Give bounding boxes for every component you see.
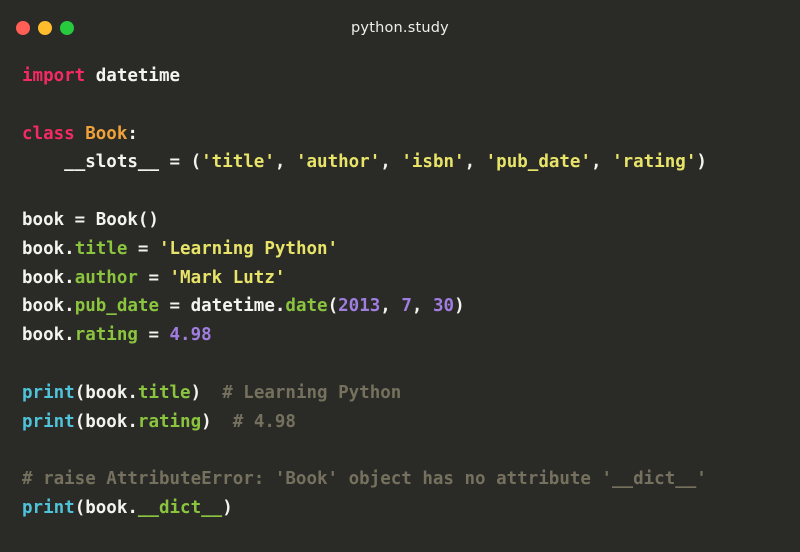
token-string-title: 'title' [201, 152, 275, 173]
code-line-6: book = Book() [22, 206, 800, 235]
token-string-rating: 'rating' [612, 152, 697, 173]
token-equals: = [127, 238, 159, 259]
token-paren-close: ) [222, 497, 233, 518]
token-attribute-pub-date: pub_date [74, 296, 159, 317]
code-line-3: class Book: [22, 120, 800, 149]
token-book-instantiation: book = Book() [22, 209, 159, 230]
token-number-year: 2013 [338, 296, 381, 317]
code-line-16: print(book.__dict__) [22, 494, 800, 523]
code-line-13: print(book.rating) # 4.98 [22, 408, 800, 437]
token-comment-output-title: # Learning Python [222, 382, 402, 403]
token-attribute-title: title [137, 382, 191, 403]
token-attribute-rating: rating [74, 325, 138, 346]
token-equals: = [158, 296, 191, 317]
token-module-datetime: datetime [85, 66, 181, 86]
token-string-mark-lutz: 'Mark Lutz' [169, 267, 286, 288]
token-slots-assign: __slots__ = ( [64, 152, 202, 173]
token-attribute-author: author [74, 267, 138, 288]
code-line-4: __slots__ = ('title', 'author', 'isbn', … [22, 148, 800, 177]
token-attribute-rating: rating [137, 411, 202, 432]
code-line-12: print(book.title) # Learning Python [22, 379, 800, 408]
window-titlebar[interactable]: python.study [0, 0, 800, 62]
code-line-9: book.pub_date = datetime.date(2013, 7, 3… [22, 292, 800, 321]
code-line-11-blank [22, 350, 800, 379]
token-equals: = [137, 267, 170, 288]
token-object-book: (book. [74, 497, 138, 518]
code-line-5-blank [22, 177, 800, 206]
code-line-7: book.title = 'Learning Python' [22, 235, 800, 264]
code-line-10: book.rating = 4.98 [22, 321, 800, 350]
window-title: python.study [351, 20, 449, 36]
code-line-2-blank [22, 91, 800, 120]
token-object-book: book. [22, 238, 75, 259]
token-number-rating-value: 4.98 [169, 325, 212, 346]
token-paren-close: ) [454, 296, 465, 317]
token-object-book: book. [22, 325, 75, 346]
token-paren-open: ( [327, 296, 339, 317]
token-module-datetime: datetime. [190, 296, 286, 317]
code-line-1: import datetime [22, 62, 800, 91]
code-editor-content[interactable]: import datetime class Book: __slots__ = … [0, 62, 800, 552]
token-string-author: 'author' [295, 152, 381, 173]
token-comma-2: , [380, 152, 402, 173]
token-builtin-print: print [22, 382, 75, 403]
token-comment-attribute-error: # raise AttributeError: 'Book' object ha… [22, 469, 707, 490]
token-comma-1: , [380, 296, 402, 317]
token-builtin-print: print [22, 411, 75, 432]
token-function-date: date [285, 296, 328, 317]
token-comma-2: , [411, 296, 433, 317]
code-line-14-blank [22, 436, 800, 465]
token-attribute-title: title [74, 238, 128, 259]
token-comma-3: , [464, 152, 486, 173]
token-object-book: book. [22, 296, 75, 317]
token-object-book: book. [22, 267, 75, 288]
token-string-pub-date: 'pub_date' [485, 152, 591, 173]
token-string-isbn: 'isbn' [401, 152, 465, 173]
token-paren-close: ) [190, 382, 202, 403]
token-gap [201, 383, 222, 403]
token-gap [212, 412, 233, 432]
token-class-name-book: Book [74, 123, 128, 144]
token-paren-close: ) [696, 152, 707, 173]
token-attribute-dict: __dict__ [137, 497, 223, 518]
token-object-book: (book. [74, 411, 138, 432]
token-keyword-import: import [22, 66, 86, 86]
token-comma-4: , [591, 152, 613, 173]
code-editor-window: python.study import datetime class Book:… [0, 0, 800, 552]
token-string-learning-python: 'Learning Python' [158, 238, 339, 259]
token-keyword-class: class [22, 123, 75, 144]
token-colon: : [127, 123, 138, 144]
token-number-day: 30 [432, 296, 455, 317]
token-number-month: 7 [401, 296, 412, 317]
token-equals: = [137, 325, 170, 346]
token-comment-output-rating: # 4.98 [232, 411, 296, 432]
token-object-book: (book. [74, 382, 138, 403]
token-comma-1: , [274, 152, 296, 173]
token-builtin-print: print [22, 497, 75, 518]
token-paren-close: ) [201, 411, 212, 432]
code-line-15: # raise AttributeError: 'Book' object ha… [22, 465, 800, 494]
code-line-8: book.author = 'Mark Lutz' [22, 264, 800, 293]
